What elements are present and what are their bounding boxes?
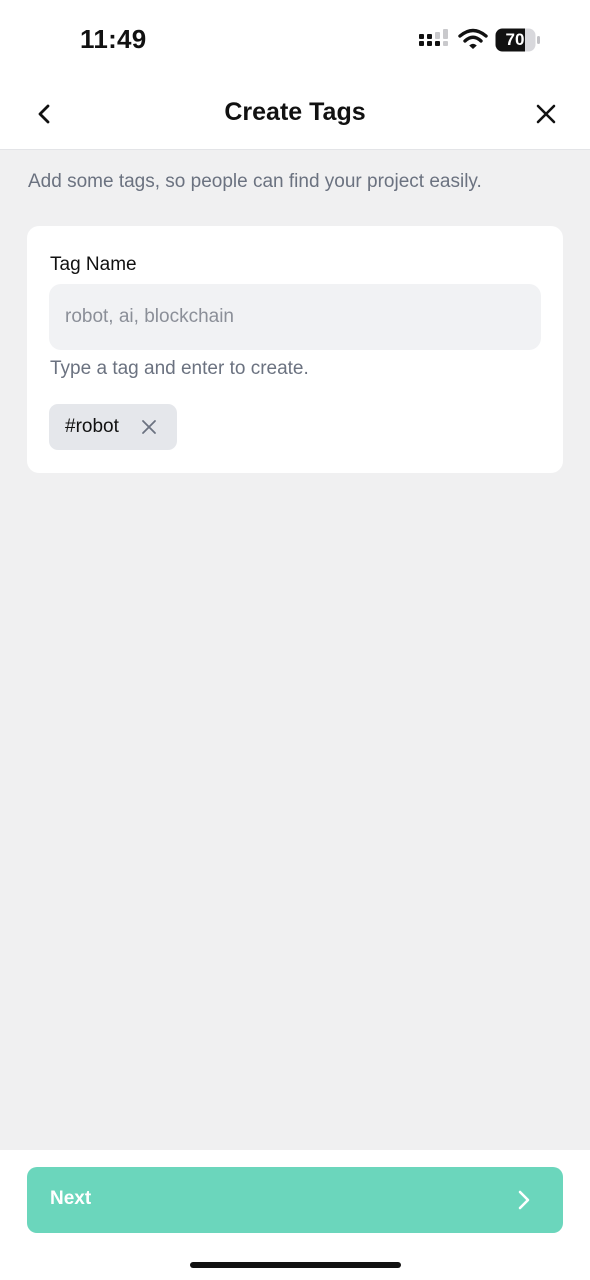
tag-form-card: Tag Name Type a tag and enter to create.… (27, 226, 563, 473)
next-button-label: Next (50, 1188, 92, 1209)
footer: Next (0, 1150, 590, 1280)
page-title: Create Tags (224, 98, 366, 126)
close-icon (142, 420, 156, 434)
page-subtitle: Add some tags, so people can find your p… (28, 171, 482, 192)
chevron-right-icon (518, 1190, 530, 1210)
battery-level: 70 (505, 30, 525, 49)
tag-input-hint: Type a tag and enter to create. (50, 358, 309, 379)
tag-name-label: Tag Name (50, 254, 137, 275)
next-button[interactable]: Next (27, 1167, 563, 1233)
home-indicator (190, 1262, 401, 1268)
header: 11:49 70 Create Tags (0, 0, 590, 150)
status-time: 11:49 (80, 24, 147, 54)
back-button[interactable] (26, 96, 62, 132)
tag-chip-label: #robot (65, 416, 119, 437)
close-icon (536, 104, 556, 124)
chevron-left-icon (38, 104, 50, 124)
tag-chip: #robot (49, 404, 177, 450)
tag-name-input[interactable] (49, 284, 541, 350)
wifi-icon (458, 28, 488, 49)
signal-icon (419, 29, 448, 46)
remove-tag-button[interactable] (137, 415, 161, 439)
close-button[interactable] (528, 96, 564, 132)
